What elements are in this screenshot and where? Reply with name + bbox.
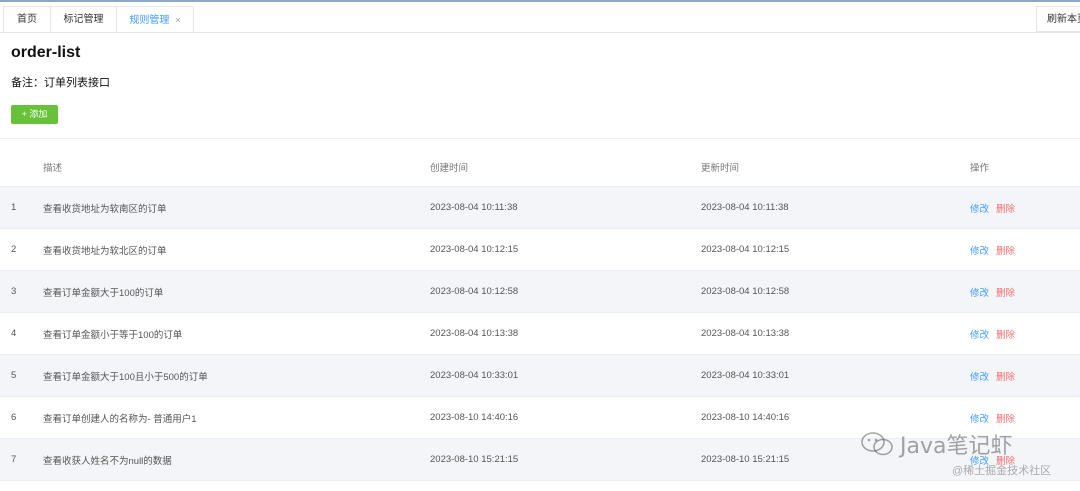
table-row: 2 查看收货地址为软北区的订单 2023-08-04 10:12:15 2023… <box>0 229 1080 271</box>
row-created: 2023-08-04 10:11:38 <box>430 202 518 213</box>
tab-rule-management-label: 规则管理 <box>129 15 170 26</box>
row-updated: 2023-08-10 15:21:15 <box>701 454 790 465</box>
row-actions: 修改 删除 <box>970 271 1015 312</box>
row-desc: 查看收获人姓名不为null的数据 <box>43 455 172 467</box>
row-created: 2023-08-04 10:12:58 <box>430 286 519 297</box>
tab-bar: 首页 标记管理 规则管理 × 刷新本页 <box>0 2 1080 33</box>
row-created: 2023-08-04 10:33:01 <box>430 370 519 381</box>
row-updated: 2023-08-04 10:11:38 <box>701 202 789 213</box>
row-desc: 查看订单金额小于等于100的订单 <box>43 329 183 341</box>
row-created: 2023-08-10 15:21:15 <box>430 454 519 465</box>
tab-mark-management-label: 标记管理 <box>63 14 104 25</box>
delete-link[interactable]: 删除 <box>996 411 1015 425</box>
row-index: 5 <box>11 370 17 381</box>
delete-link[interactable]: 删除 <box>996 285 1015 299</box>
tab-close-icon[interactable]: × <box>175 15 180 25</box>
row-updated: 2023-08-04 10:12:15 <box>701 244 790 255</box>
delete-link[interactable]: 删除 <box>996 369 1015 383</box>
row-index: 7 <box>11 454 17 465</box>
row-desc: 查看订单金额大于100的订单 <box>43 287 164 299</box>
header-created: 创建时间 <box>430 163 469 174</box>
table-row: 5 查看订单金额大于100且小于500的订单 2023-08-04 10:33:… <box>0 355 1080 397</box>
row-desc: 查看收货地址为软北区的订单 <box>43 245 167 257</box>
row-index: 2 <box>11 244 17 255</box>
tab-rule-management[interactable]: 规则管理 × <box>116 6 194 32</box>
delete-link[interactable]: 删除 <box>996 327 1015 341</box>
row-created: 2023-08-04 10:12:15 <box>430 244 519 255</box>
tab-home-label: 首页 <box>17 14 37 25</box>
watermark-main: Java笔记虾 <box>860 428 1012 460</box>
row-desc: 查看订单金额大于100且小于500的订单 <box>43 371 208 383</box>
row-actions: 修改 删除 <box>970 313 1015 354</box>
row-updated: 2023-08-04 10:13:38 <box>701 328 790 339</box>
page-title: order-list <box>11 44 81 61</box>
edit-link[interactable]: 修改 <box>970 369 989 383</box>
row-desc: 查看订单创建人的名称为- 普通用户1 <box>43 413 197 425</box>
row-updated: 2023-08-04 10:12:58 <box>701 286 790 297</box>
divider <box>0 138 1080 139</box>
watermark-text: Java笔记虾 <box>900 434 1013 459</box>
header-updated: 更新时间 <box>701 163 740 174</box>
tab-mark-management[interactable]: 标记管理 <box>50 6 117 32</box>
row-index: 1 <box>11 202 17 213</box>
row-index: 3 <box>11 286 17 297</box>
header-desc: 描述 <box>43 163 63 174</box>
edit-link[interactable]: 修改 <box>970 201 989 215</box>
wechat-icon <box>861 432 893 456</box>
header-ops: 操作 <box>970 163 990 174</box>
row-created: 2023-08-10 14:40:16 <box>430 412 519 423</box>
edit-link[interactable]: 修改 <box>970 243 989 257</box>
tab-home[interactable]: 首页 <box>3 6 51 32</box>
watermark: Java笔记虾 @稀土掘金技术社区 <box>860 428 1080 488</box>
watermark-subtext: @稀土掘金技术社区 <box>952 465 1052 477</box>
delete-link[interactable]: 删除 <box>996 201 1015 215</box>
table-row: 4 查看订单金额小于等于100的订单 2023-08-04 10:13:38 2… <box>0 313 1080 355</box>
row-actions: 修改 删除 <box>970 187 1015 228</box>
add-button[interactable]: + 添加 <box>11 105 58 124</box>
row-desc: 查看收货地址为软南区的订单 <box>43 203 167 215</box>
edit-link[interactable]: 修改 <box>970 411 989 425</box>
edit-link[interactable]: 修改 <box>970 285 989 299</box>
row-actions: 修改 删除 <box>970 355 1015 396</box>
table-header: 描述 创建时间 更新时间 操作 <box>0 148 1080 187</box>
table-row: 3 查看订单金额大于100的订单 2023-08-04 10:12:58 202… <box>0 271 1080 313</box>
edit-link[interactable]: 修改 <box>970 327 989 341</box>
row-index: 6 <box>11 412 17 423</box>
refresh-page-button[interactable]: 刷新本页 <box>1036 6 1080 32</box>
delete-link[interactable]: 删除 <box>996 243 1015 257</box>
row-created: 2023-08-04 10:13:38 <box>430 328 519 339</box>
row-index: 4 <box>11 328 17 339</box>
row-actions: 修改 删除 <box>970 229 1015 270</box>
row-updated: 2023-08-10 14:40:16 <box>701 412 790 423</box>
row-updated: 2023-08-04 10:33:01 <box>701 370 790 381</box>
table-row: 1 查看收货地址为软南区的订单 2023-08-04 10:11:38 2023… <box>0 187 1080 229</box>
page-remark: 备注：订单列表接口 <box>11 77 110 89</box>
